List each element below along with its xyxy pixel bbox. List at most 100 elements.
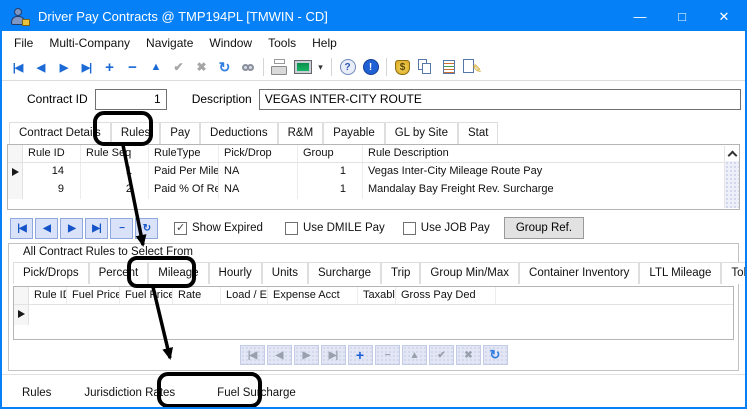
menu-navigate[interactable]: Navigate [138, 34, 201, 52]
maximize-button[interactable]: □ [661, 2, 703, 31]
col-rule-description[interactable]: Rule Description [363, 145, 739, 162]
menu-file[interactable]: File [6, 34, 41, 52]
monitor-dropdown-arrow[interactable]: ▾ [315, 57, 326, 78]
tab-hourly[interactable]: Hourly [209, 262, 262, 284]
row-selector[interactable] [14, 305, 29, 325]
first-record-button[interactable]: |◀ [7, 57, 28, 78]
next-button[interactable]: ▶ [53, 57, 74, 78]
tab-fuel-surcharge[interactable]: Fuel Surcharge [217, 387, 296, 399]
grid2-cancel-button[interactable]: ✖ [456, 345, 481, 365]
use-job-pay-option[interactable]: Use JOB Pay [403, 222, 490, 235]
col-rule-type[interactable]: RuleType [149, 145, 219, 162]
report-button[interactable] [438, 57, 459, 78]
tab-trip[interactable]: Trip [381, 262, 420, 284]
use-dmile-pay-checkbox[interactable] [285, 222, 298, 235]
col-gross-pay-ded[interactable]: Gross Pay Ded [396, 287, 496, 304]
col-rate[interactable]: Rate [173, 287, 221, 304]
col-fuel-price-max[interactable]: Fuel Price Max [120, 287, 173, 304]
close-button[interactable]: ✕ [703, 2, 745, 31]
menu-tools[interactable]: Tools [260, 34, 304, 52]
scrollbar-track[interactable] [725, 161, 739, 208]
col-rule-seq[interactable]: Rule Seq [81, 145, 149, 162]
use-job-pay-checkbox[interactable] [403, 222, 416, 235]
show-expired-checkbox[interactable] [174, 222, 187, 235]
grid2-up-button[interactable]: ▲ [402, 345, 427, 365]
grid-first-button[interactable]: |◀ [10, 218, 33, 239]
col-group[interactable]: Group [298, 145, 363, 162]
tab-group-min-max[interactable]: Group Min/Max [420, 262, 519, 284]
refresh-button[interactable]: ↻ [214, 57, 235, 78]
grid2-save-button[interactable]: ✔ [429, 345, 454, 365]
row-selector[interactable] [8, 181, 23, 199]
grid-last-button[interactable]: ▶| [85, 218, 108, 239]
save-button[interactable]: ✔ [168, 57, 189, 78]
cancel-button[interactable]: ✖ [191, 57, 212, 78]
tab-stat[interactable]: Stat [458, 122, 498, 144]
tab-jurisdiction-rates[interactable]: Jurisdiction Rates [84, 387, 175, 399]
grid2-first-button[interactable]: |◀ [240, 345, 265, 365]
grid2-previous-button[interactable]: ◀ [267, 345, 292, 365]
monitor-button[interactable] [292, 57, 313, 78]
tab-percent[interactable]: Percent [89, 262, 149, 284]
grid2-add-button[interactable]: + [348, 345, 373, 365]
grid2-last-button[interactable]: ▶| [321, 345, 346, 365]
tab-pick-drops[interactable]: Pick/Drops [13, 262, 89, 284]
scroll-up-icon[interactable] [725, 146, 739, 161]
grid-previous-button[interactable]: ◀ [35, 218, 58, 239]
grid2-delete-button[interactable]: − [375, 345, 400, 365]
tab-units[interactable]: Units [262, 262, 308, 284]
info-button[interactable]: ! [360, 57, 381, 78]
tab-rm[interactable]: R&M [278, 122, 324, 144]
col-taxable[interactable]: Taxable [358, 287, 396, 304]
menu-window[interactable]: Window [201, 34, 260, 52]
grid-refresh-button[interactable]: ↻ [135, 218, 158, 239]
title-bar[interactable]: Driver Pay Contracts @ TMP194PL [TMWIN -… [2, 2, 745, 31]
menu-multi-company[interactable]: Multi-Company [41, 34, 138, 52]
tab-ltl-mileage[interactable]: LTL Mileage [639, 262, 721, 284]
show-expired-option[interactable]: Show Expired [174, 222, 263, 235]
col-rule-id[interactable]: Rule ID [29, 287, 67, 304]
binoculars-icon[interactable] [237, 57, 258, 78]
grid-delete-button[interactable]: − [110, 218, 133, 239]
contract-id-input[interactable] [95, 89, 167, 110]
vertical-scrollbar[interactable] [724, 146, 739, 208]
row-selector[interactable] [8, 163, 23, 181]
tab-pay[interactable]: Pay [160, 122, 200, 144]
col-rule-id[interactable]: Rule ID [23, 145, 81, 162]
grid-next-button[interactable]: ▶ [60, 218, 83, 239]
previous-button[interactable]: ◀ [30, 57, 51, 78]
use-dmile-pay-option[interactable]: Use DMILE Pay [285, 222, 385, 235]
tab-gl-by-site[interactable]: GL by Site [385, 122, 458, 144]
last-record-button[interactable]: ▶| [76, 57, 97, 78]
table-row[interactable] [14, 305, 733, 325]
table-row[interactable]: 9 2 Paid % Of Re NA 1 Mandalay Bay Freig… [8, 181, 739, 199]
delete-button[interactable]: − [122, 57, 143, 78]
table-row[interactable]: 14 1 Paid Per Mile NA 1 Vegas Inter-City… [8, 163, 739, 181]
copy-button[interactable] [415, 57, 436, 78]
edit-button[interactable]: ✎ [461, 57, 482, 78]
tab-tolls[interactable]: Tolls [721, 262, 747, 284]
minimize-button[interactable]: — [619, 2, 661, 31]
menu-help[interactable]: Help [304, 34, 345, 52]
tab-deductions[interactable]: Deductions [200, 122, 278, 144]
tab-surcharge[interactable]: Surcharge [308, 262, 381, 284]
up-icon[interactable]: ▲ [145, 57, 166, 78]
group-ref-button[interactable]: Group Ref. [504, 217, 584, 239]
col-expense-acct[interactable]: Expense Acct [268, 287, 358, 304]
tab-contract-details[interactable]: Contract Details [9, 122, 111, 144]
col-pick-drop[interactable]: Pick/Drop [219, 145, 298, 162]
tab-container-inventory[interactable]: Container Inventory [519, 262, 639, 284]
description-input[interactable] [259, 89, 741, 110]
add-button[interactable]: + [99, 57, 120, 78]
grid2-refresh-button[interactable]: ↻ [483, 345, 508, 365]
tab-rules-bottom[interactable]: Rules [22, 387, 51, 399]
money-bag-button[interactable]: $ [392, 57, 413, 78]
tab-payable[interactable]: Payable [323, 122, 385, 144]
col-fuel-price-min[interactable]: Fuel Price Min [67, 287, 120, 304]
col-load-empty[interactable]: Load / Empty [221, 287, 268, 304]
tab-mileage[interactable]: Mileage [148, 262, 208, 284]
tab-rules[interactable]: Rules [111, 122, 160, 144]
print-button[interactable] [269, 57, 290, 78]
help-button[interactable]: ? [337, 57, 358, 78]
grid2-next-button[interactable]: ▶ [294, 345, 319, 365]
